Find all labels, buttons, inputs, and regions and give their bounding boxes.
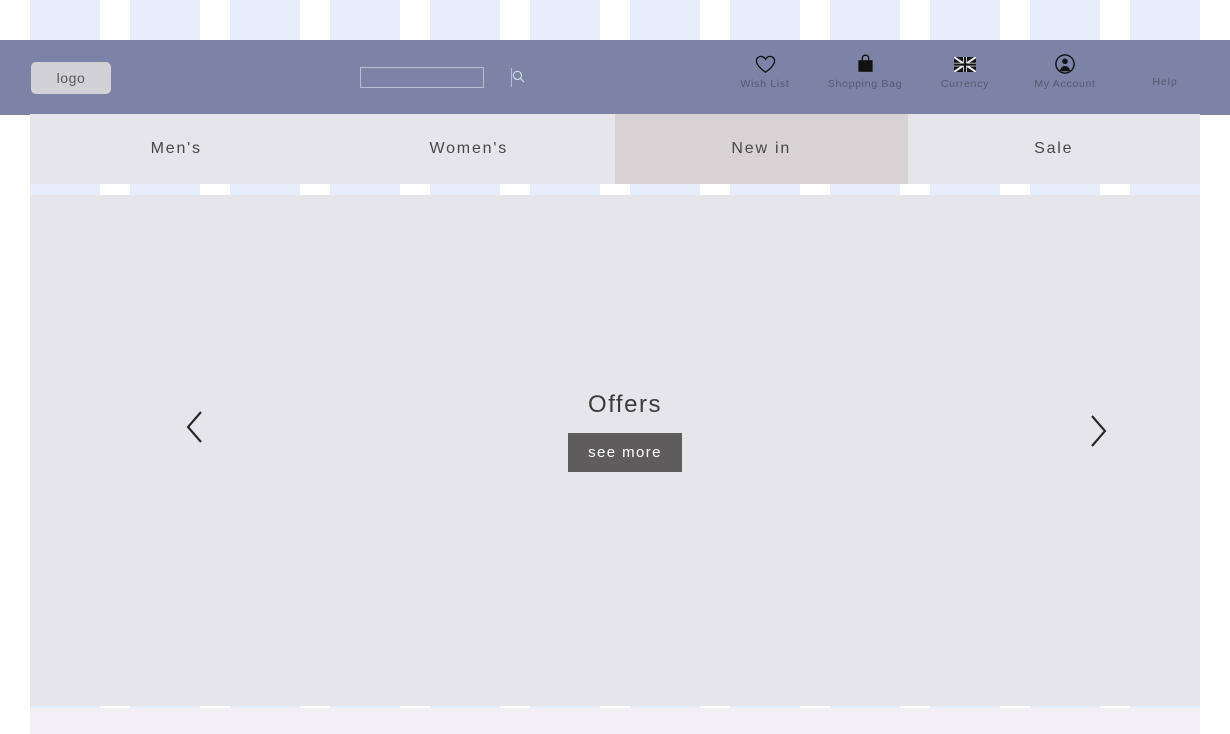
nav-tab-sale[interactable]: Sale xyxy=(908,114,1201,184)
carousel-next-button[interactable] xyxy=(1078,407,1118,457)
site-header: logo Wish List Shopping Bag Currency My … xyxy=(0,40,1230,115)
header-item-label: Wish List xyxy=(740,78,790,90)
nav-tab-new-in[interactable]: New in xyxy=(615,114,908,184)
header-item-wishlist[interactable]: Wish List xyxy=(720,53,810,91)
heart-icon xyxy=(755,53,776,75)
search-box[interactable] xyxy=(360,67,525,88)
hero-title: Offers xyxy=(588,391,662,418)
uk-flag-icon xyxy=(954,53,976,75)
hero-content: Offers see more xyxy=(30,391,1200,472)
header-item-help[interactable]: Help xyxy=(1120,73,1210,89)
footer-strip xyxy=(30,708,1200,734)
user-circle-icon xyxy=(1055,53,1075,75)
search-input[interactable] xyxy=(361,68,511,87)
search-icon xyxy=(512,70,525,86)
nav-tab-womens[interactable]: Women's xyxy=(323,114,616,184)
header-item-label: Help xyxy=(1152,76,1178,88)
header-item-label: Shopping Bag xyxy=(827,78,903,90)
header-item-shopping-bag[interactable]: Shopping Bag xyxy=(820,53,910,91)
page-root: logo Wish List Shopping Bag Currency My … xyxy=(0,0,1230,734)
shopping-bag-icon xyxy=(856,53,875,75)
search-button[interactable] xyxy=(511,68,525,87)
header-item-label: My Account xyxy=(1034,78,1096,90)
header-item-my-account[interactable]: My Account xyxy=(1020,53,1110,91)
main-navigation: Men's Women's New in Sale xyxy=(30,114,1200,184)
chevron-right-icon xyxy=(1087,413,1109,452)
nav-tab-mens[interactable]: Men's xyxy=(30,114,323,184)
hero-carousel: Offers see more xyxy=(30,195,1200,706)
header-item-currency[interactable]: Currency xyxy=(920,53,1010,91)
header-item-label: Currency xyxy=(940,78,990,90)
see-more-button[interactable]: see more xyxy=(568,433,682,472)
logo[interactable]: logo xyxy=(31,62,111,94)
logo-label: logo xyxy=(56,70,86,86)
